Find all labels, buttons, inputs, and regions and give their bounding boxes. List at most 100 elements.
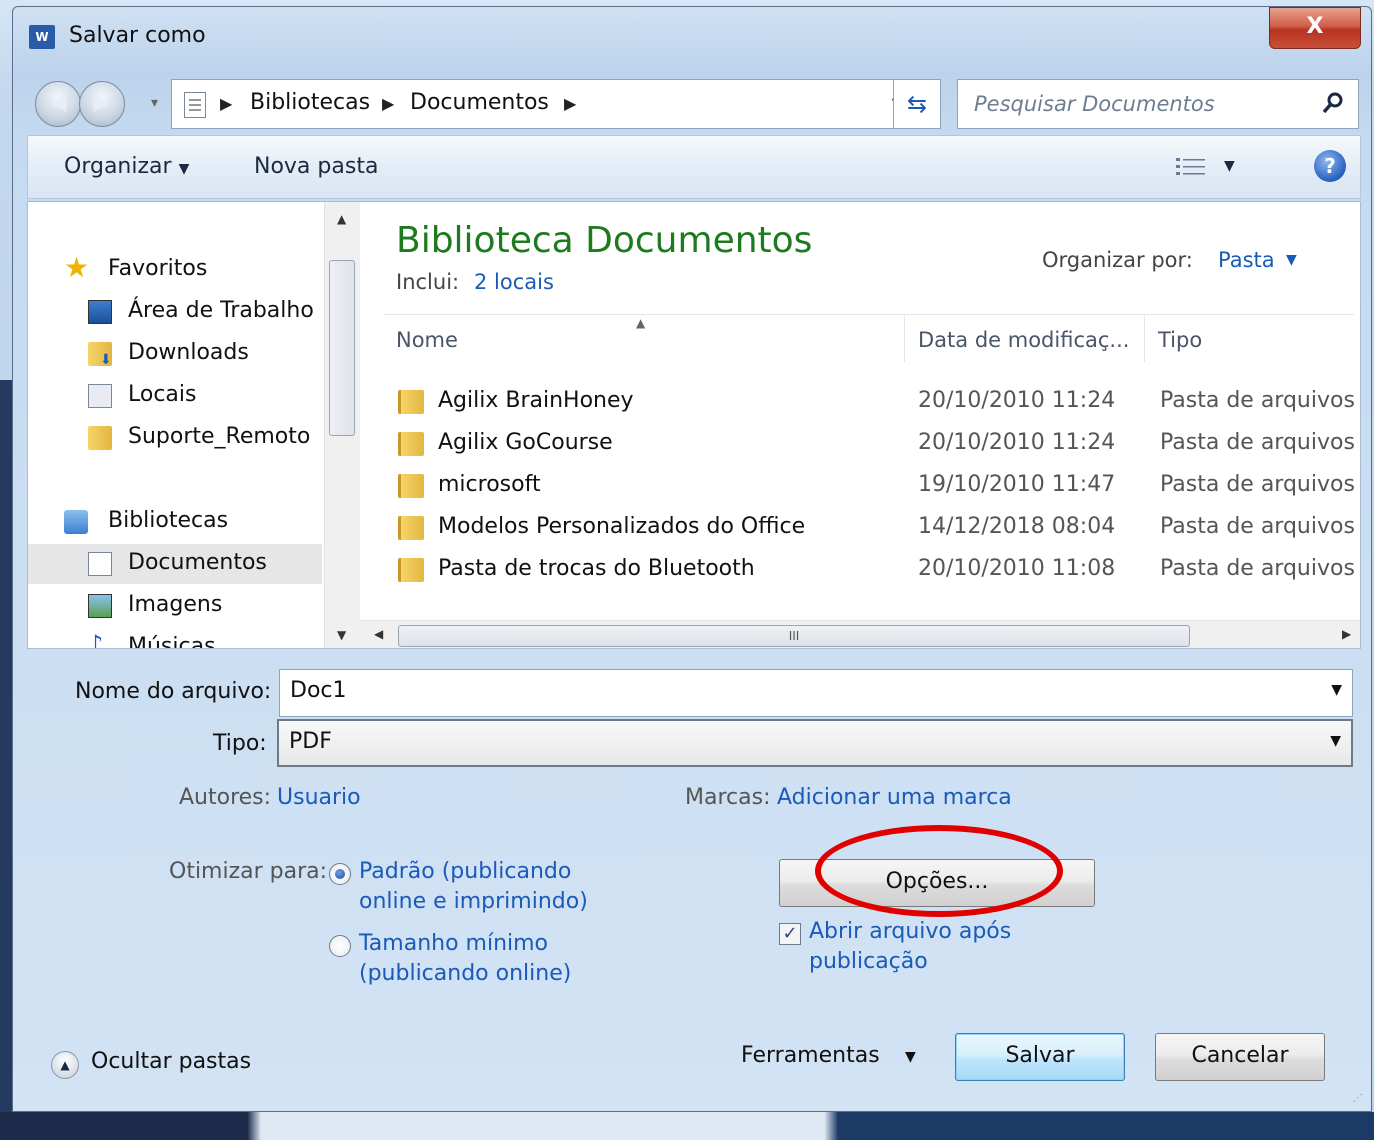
column-header-name[interactable]: Nome [396,328,458,352]
chevron-down-icon[interactable]: ▼ [905,1049,916,1065]
refresh-button[interactable]: ⇆ [893,79,941,129]
arrange-by-dropdown[interactable]: Pasta [1218,248,1275,272]
resize-grip-icon[interactable]: ⋰ [1353,1093,1367,1107]
folder-icon [398,516,424,540]
file-row[interactable]: Agilix GoCourse 20/10/2010 11:24 Pasta de … [392,422,1355,464]
column-header-type[interactable]: Tipo [1158,328,1202,352]
file-row[interactable]: Pasta de trocas do Bluetooth 20/10/2010 1… [392,548,1355,590]
recent-pages-dropdown-icon[interactable]: ▾ [151,95,158,111]
breadcrumb-documentos[interactable]: Documentos [410,90,549,115]
file-name: Agilix GoCourse [438,430,613,455]
hide-folders-button[interactable]: Ocultar pastas [91,1049,251,1074]
nav-suporte-label: Suporte_Remoto [128,424,311,449]
navigation-scrollbar[interactable]: ▲ ▼ [324,202,360,648]
organize-button[interactable]: Organizar ▼ [64,154,189,179]
arrange-by-label: Organizar por: [1042,248,1193,272]
chevron-up-icon[interactable]: ▲ [51,1051,79,1079]
star-icon: ★ [64,251,90,284]
save-button[interactable]: Salvar [955,1033,1125,1081]
help-button[interactable]: ? [1314,150,1346,182]
nav-locais-label: Locais [128,382,197,407]
filename-input[interactable]: Doc1 ▼ [279,669,1353,717]
desktop-background-left [0,380,12,1140]
breadcrumb-bibliotecas[interactable]: Bibliotecas [250,90,370,115]
pictures-icon [88,594,112,618]
open-after-publish-checkbox[interactable]: ✓ [779,923,801,945]
optimize-minimum-radio[interactable] [329,935,351,957]
recent-places-icon [88,384,112,408]
title-bar: W Salvar como X [13,7,1371,67]
column-header-date[interactable]: Data de modificaç... [918,328,1129,352]
filetype-label: Tipo: [213,731,267,756]
file-name: Pasta de trocas do Bluetooth [438,556,755,581]
optimize-minimum-option[interactable]: Tamanho mínimo (publicando online) [359,929,571,989]
navigation-pane: ★ Favoritos Área de Trabalho ⬇ Downloads… [28,202,324,648]
optimize-minimum-line2: (publicando online) [359,961,572,986]
chevron-down-icon: ▼ [1224,158,1235,174]
search-box[interactable]: Pesquisar Documentos [957,79,1359,129]
file-type: Pasta de arquivos [1160,430,1355,455]
breadcrumb-separator-icon[interactable]: ▶ [220,94,232,113]
file-type: Pasta de arquivos [1160,388,1355,413]
search-input[interactable]: Pesquisar Documentos [974,92,1215,116]
navigation-row: ◀ ▶ ▾ ▶ Bibliotecas ▶ Documentos ▶ ▼ ⇆ P… [13,69,1371,133]
new-folder-button[interactable]: Nova pasta [254,154,378,179]
add-tag-link[interactable]: Adicionar uma marca [777,783,1012,813]
authors-value[interactable]: Usuario [277,783,361,813]
organize-label: Organizar [64,154,172,179]
music-icon: ♪ [88,630,104,648]
open-after-line1: Abrir arquivo após [809,919,1012,944]
file-type: Pasta de arquivos [1160,556,1355,581]
back-button[interactable]: ◀ [35,81,81,127]
breadcrumb-separator-icon[interactable]: ▶ [382,94,394,113]
file-date: 20/10/2010 11:24 [918,430,1116,455]
nav-locais[interactable]: Locais [28,376,322,416]
nav-desktop[interactable]: Área de Trabalho [28,292,322,332]
nav-libraries-label: Bibliotecas [108,508,229,533]
change-view-button[interactable]: ▼ [1174,152,1244,184]
scrollbar-thumb[interactable] [329,260,355,436]
word-app-icon: W [29,25,55,49]
nav-suporte-remoto[interactable]: Suporte_Remoto [28,418,322,458]
chevron-down-icon[interactable]: ▼ [1331,682,1342,698]
forward-button[interactable]: ▶ [79,81,125,127]
scroll-up-icon[interactable]: ▲ [337,212,346,226]
optimize-standard-radio[interactable] [329,863,351,885]
address-bar[interactable]: ▶ Bibliotecas ▶ Documentos ▶ ▼ [171,79,923,129]
file-type: Pasta de arquivos [1160,514,1355,539]
red-annotation-circle [815,825,1063,917]
horizontal-scrollbar[interactable]: ◀ III ▶ [360,620,1360,648]
tools-button[interactable]: Ferramentas [741,1043,880,1068]
includes-locations-link[interactable]: 2 locais [474,270,554,294]
file-row[interactable]: microsoft 19/10/2010 11:47 Pasta de arquiv… [392,464,1355,506]
close-button[interactable]: X [1269,7,1361,49]
optimize-standard-option[interactable]: Padrão (publicando online e imprimindo) [359,857,588,917]
nav-imagens[interactable]: Imagens [28,586,322,626]
file-name: microsoft [438,472,541,497]
open-after-publish-label[interactable]: Abrir arquivo após publicação [809,917,1011,977]
file-row[interactable]: Agilix BrainHoney 20/10/2010 11:24 Pasta d… [392,380,1355,422]
nav-documentos[interactable]: Documentos [28,544,322,584]
window-title: Salvar como [69,23,206,48]
column-divider[interactable] [904,314,905,362]
nav-imagens-label: Imagens [128,592,223,617]
nav-libraries[interactable]: Bibliotecas [28,502,322,542]
scroll-left-icon[interactable]: ◀ [374,627,383,641]
nav-downloads[interactable]: ⬇ Downloads [28,334,322,374]
scroll-down-icon[interactable]: ▼ [337,628,346,642]
nav-downloads-label: Downloads [128,340,249,365]
file-row[interactable]: Modelos Personalizados do Office 14/12/20… [392,506,1355,548]
library-title: Biblioteca Documentos [396,220,813,261]
scroll-right-icon[interactable]: ▶ [1342,627,1351,641]
nav-musicas[interactable]: ♪ Músicas [28,628,322,648]
nav-favorites[interactable]: ★ Favoritos [28,250,322,290]
chevron-down-icon[interactable]: ▼ [1330,733,1341,749]
chevron-down-icon[interactable]: ▼ [1286,252,1297,268]
search-icon[interactable] [1320,90,1346,116]
column-divider[interactable] [1144,314,1145,362]
cancel-button[interactable]: Cancelar [1155,1033,1325,1081]
optimize-standard-line2: online e imprimindo) [359,889,588,914]
breadcrumb-separator-icon[interactable]: ▶ [564,94,576,113]
scrollbar-thumb[interactable]: III [398,625,1190,647]
filetype-select[interactable]: PDF ▼ [277,719,1353,767]
